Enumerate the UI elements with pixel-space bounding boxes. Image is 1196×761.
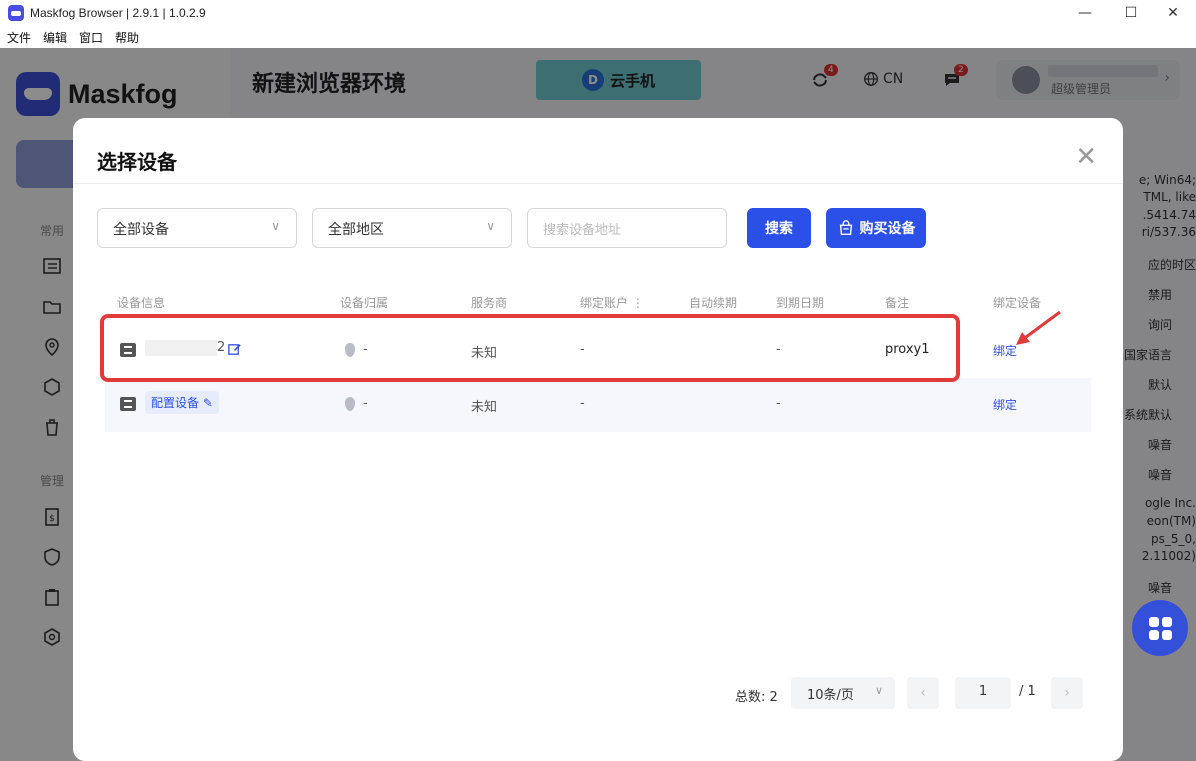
menu-bar: 文件 编辑 窗口 帮助 <box>0 26 1196 48</box>
device-expire: - <box>776 396 781 411</box>
device-provider: 未知 <box>471 400 498 415</box>
prev-page-button[interactable]: ‹ <box>907 677 939 709</box>
divider <box>73 183 1123 184</box>
select-device-modal: 选择设备 ✕ 全部设备 ∨ 全部地区 ∨ 搜索设备地址 搜索 购买设备 设备信息… <box>73 118 1123 761</box>
device-search-input[interactable]: 搜索设备地址 <box>527 208 727 248</box>
close-icon[interactable]: ✕ <box>1075 142 1097 172</box>
device-account: - <box>580 396 585 411</box>
close-window-button[interactable]: ✕ <box>1150 0 1196 26</box>
minimize-button[interactable]: — <box>1062 0 1108 26</box>
shopping-bag-icon <box>839 220 852 236</box>
config-device-tag[interactable]: 配置设备 ✎ <box>145 391 219 414</box>
region-filter-select[interactable]: 全部地区 ∨ <box>312 208 512 248</box>
title-bar: Maskfog Browser | 2.9.1 | 1.0.2.9 — ☐ ✕ <box>0 0 1196 26</box>
col-device-info: 设备信息 <box>117 296 166 310</box>
bind-link[interactable]: 绑定 <box>993 396 1017 413</box>
menu-help[interactable]: 帮助 <box>115 29 139 46</box>
page-size-value: 10条/页 <box>807 688 854 703</box>
device-filter-value: 全部设备 <box>113 222 169 238</box>
region-filter-value: 全部地区 <box>328 222 384 238</box>
menu-edit[interactable]: 编辑 <box>43 29 67 46</box>
config-device-label: 配置设备 <box>151 396 200 410</box>
page-total: / 1 <box>1019 684 1036 699</box>
col-device-owner: 设备归属 <box>340 296 389 310</box>
menu-window[interactable]: 窗口 <box>79 29 103 46</box>
pagination: 总数: 2 10条/页 ∨ ‹ 1 / 1 › <box>97 666 1097 712</box>
maximize-button[interactable]: ☐ <box>1108 0 1154 26</box>
buy-device-label: 购买设备 <box>859 221 916 237</box>
device-doc-icon <box>120 397 136 411</box>
chevron-down-icon: ∨ <box>874 684 883 697</box>
col-provider: 服务商 <box>471 296 508 310</box>
next-page-button[interactable]: › <box>1051 677 1083 709</box>
col-bound-account[interactable]: 绑定账户 ⋮ <box>580 294 644 311</box>
menu-file[interactable]: 文件 <box>7 29 31 46</box>
arrow-annotation-icon <box>1016 310 1061 345</box>
search-button[interactable]: 搜索 <box>747 208 811 248</box>
col-expire-date: 到期日期 <box>776 296 825 310</box>
modal-title: 选择设备 <box>97 150 177 174</box>
chevron-down-icon: ∨ <box>271 219 280 233</box>
highlight-annotation <box>100 314 960 382</box>
device-location: - <box>363 396 368 411</box>
col-note: 备注 <box>885 296 910 310</box>
chevron-down-icon: ∨ <box>486 219 495 233</box>
floating-apps-button[interactable] <box>1132 600 1188 656</box>
table-row[interactable]: 配置设备 ✎ - 未知 - - 绑定 <box>105 378 1091 432</box>
grid-icon <box>1148 616 1172 640</box>
window-title: Maskfog Browser | 2.9.1 | 1.0.2.9 <box>30 6 206 20</box>
current-page-input[interactable]: 1 <box>955 677 1011 709</box>
location-pin-icon <box>345 397 355 411</box>
device-filter-select[interactable]: 全部设备 ∨ <box>97 208 297 248</box>
magic-wand-icon: ✎ <box>202 396 213 410</box>
page-size-select[interactable]: 10条/页 ∨ <box>791 677 895 709</box>
col-auto-renew: 自动续期 <box>689 296 738 310</box>
total-count: 总数: 2 <box>735 690 778 705</box>
buy-device-button[interactable]: 购买设备 <box>826 208 926 248</box>
app-logo-icon <box>8 5 24 21</box>
